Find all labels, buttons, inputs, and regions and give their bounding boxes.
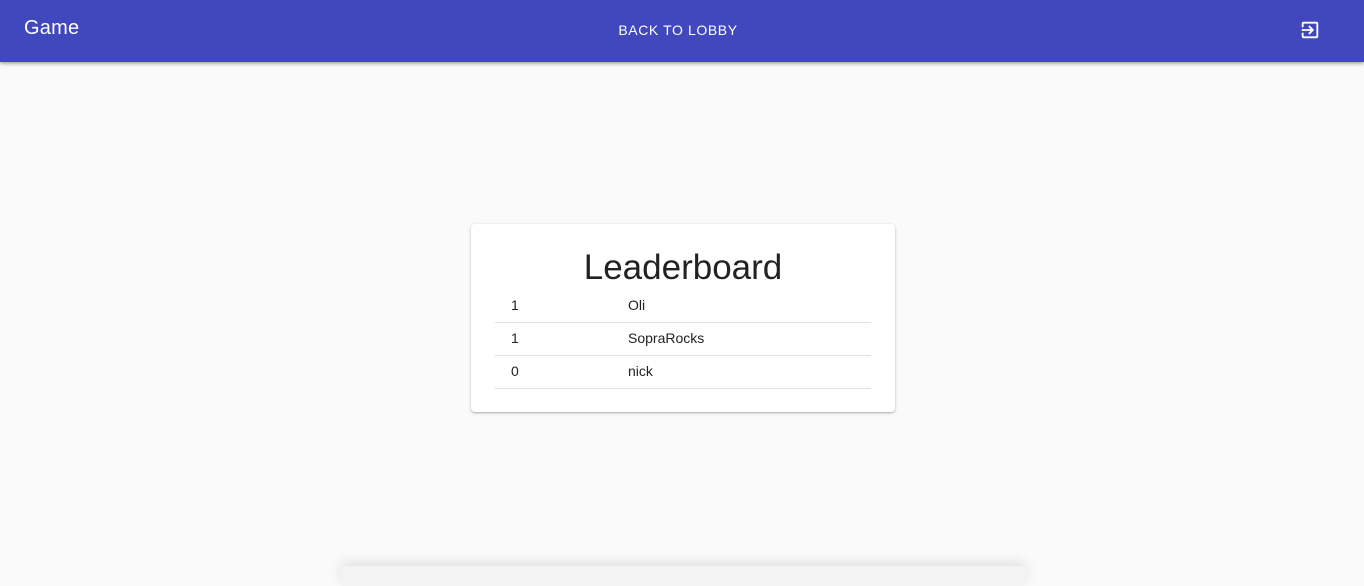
player-name-cell: nick: [628, 363, 653, 379]
exit-to-app-icon: [1301, 21, 1319, 39]
table-row: 1 Oli: [495, 289, 871, 323]
leaderboard-title: Leaderboard: [583, 248, 783, 287]
score-cell: 0: [511, 363, 519, 379]
table-row: 0 nick: [495, 355, 871, 389]
table-row: 1 SopraRocks: [495, 322, 871, 356]
player-name-cell: SopraRocks: [628, 330, 705, 346]
app-bar: Game BACK TO LOBBY: [0, 0, 1364, 62]
score-cell: 1: [511, 297, 519, 313]
score-cell: 1: [511, 330, 519, 346]
bottom-panel-edge: [340, 566, 1026, 586]
back-to-lobby-button[interactable]: BACK TO LOBBY: [612, 14, 744, 46]
app-title: Game: [24, 17, 80, 39]
player-name-cell: Oli: [628, 297, 646, 313]
logout-button[interactable]: [1290, 10, 1330, 50]
